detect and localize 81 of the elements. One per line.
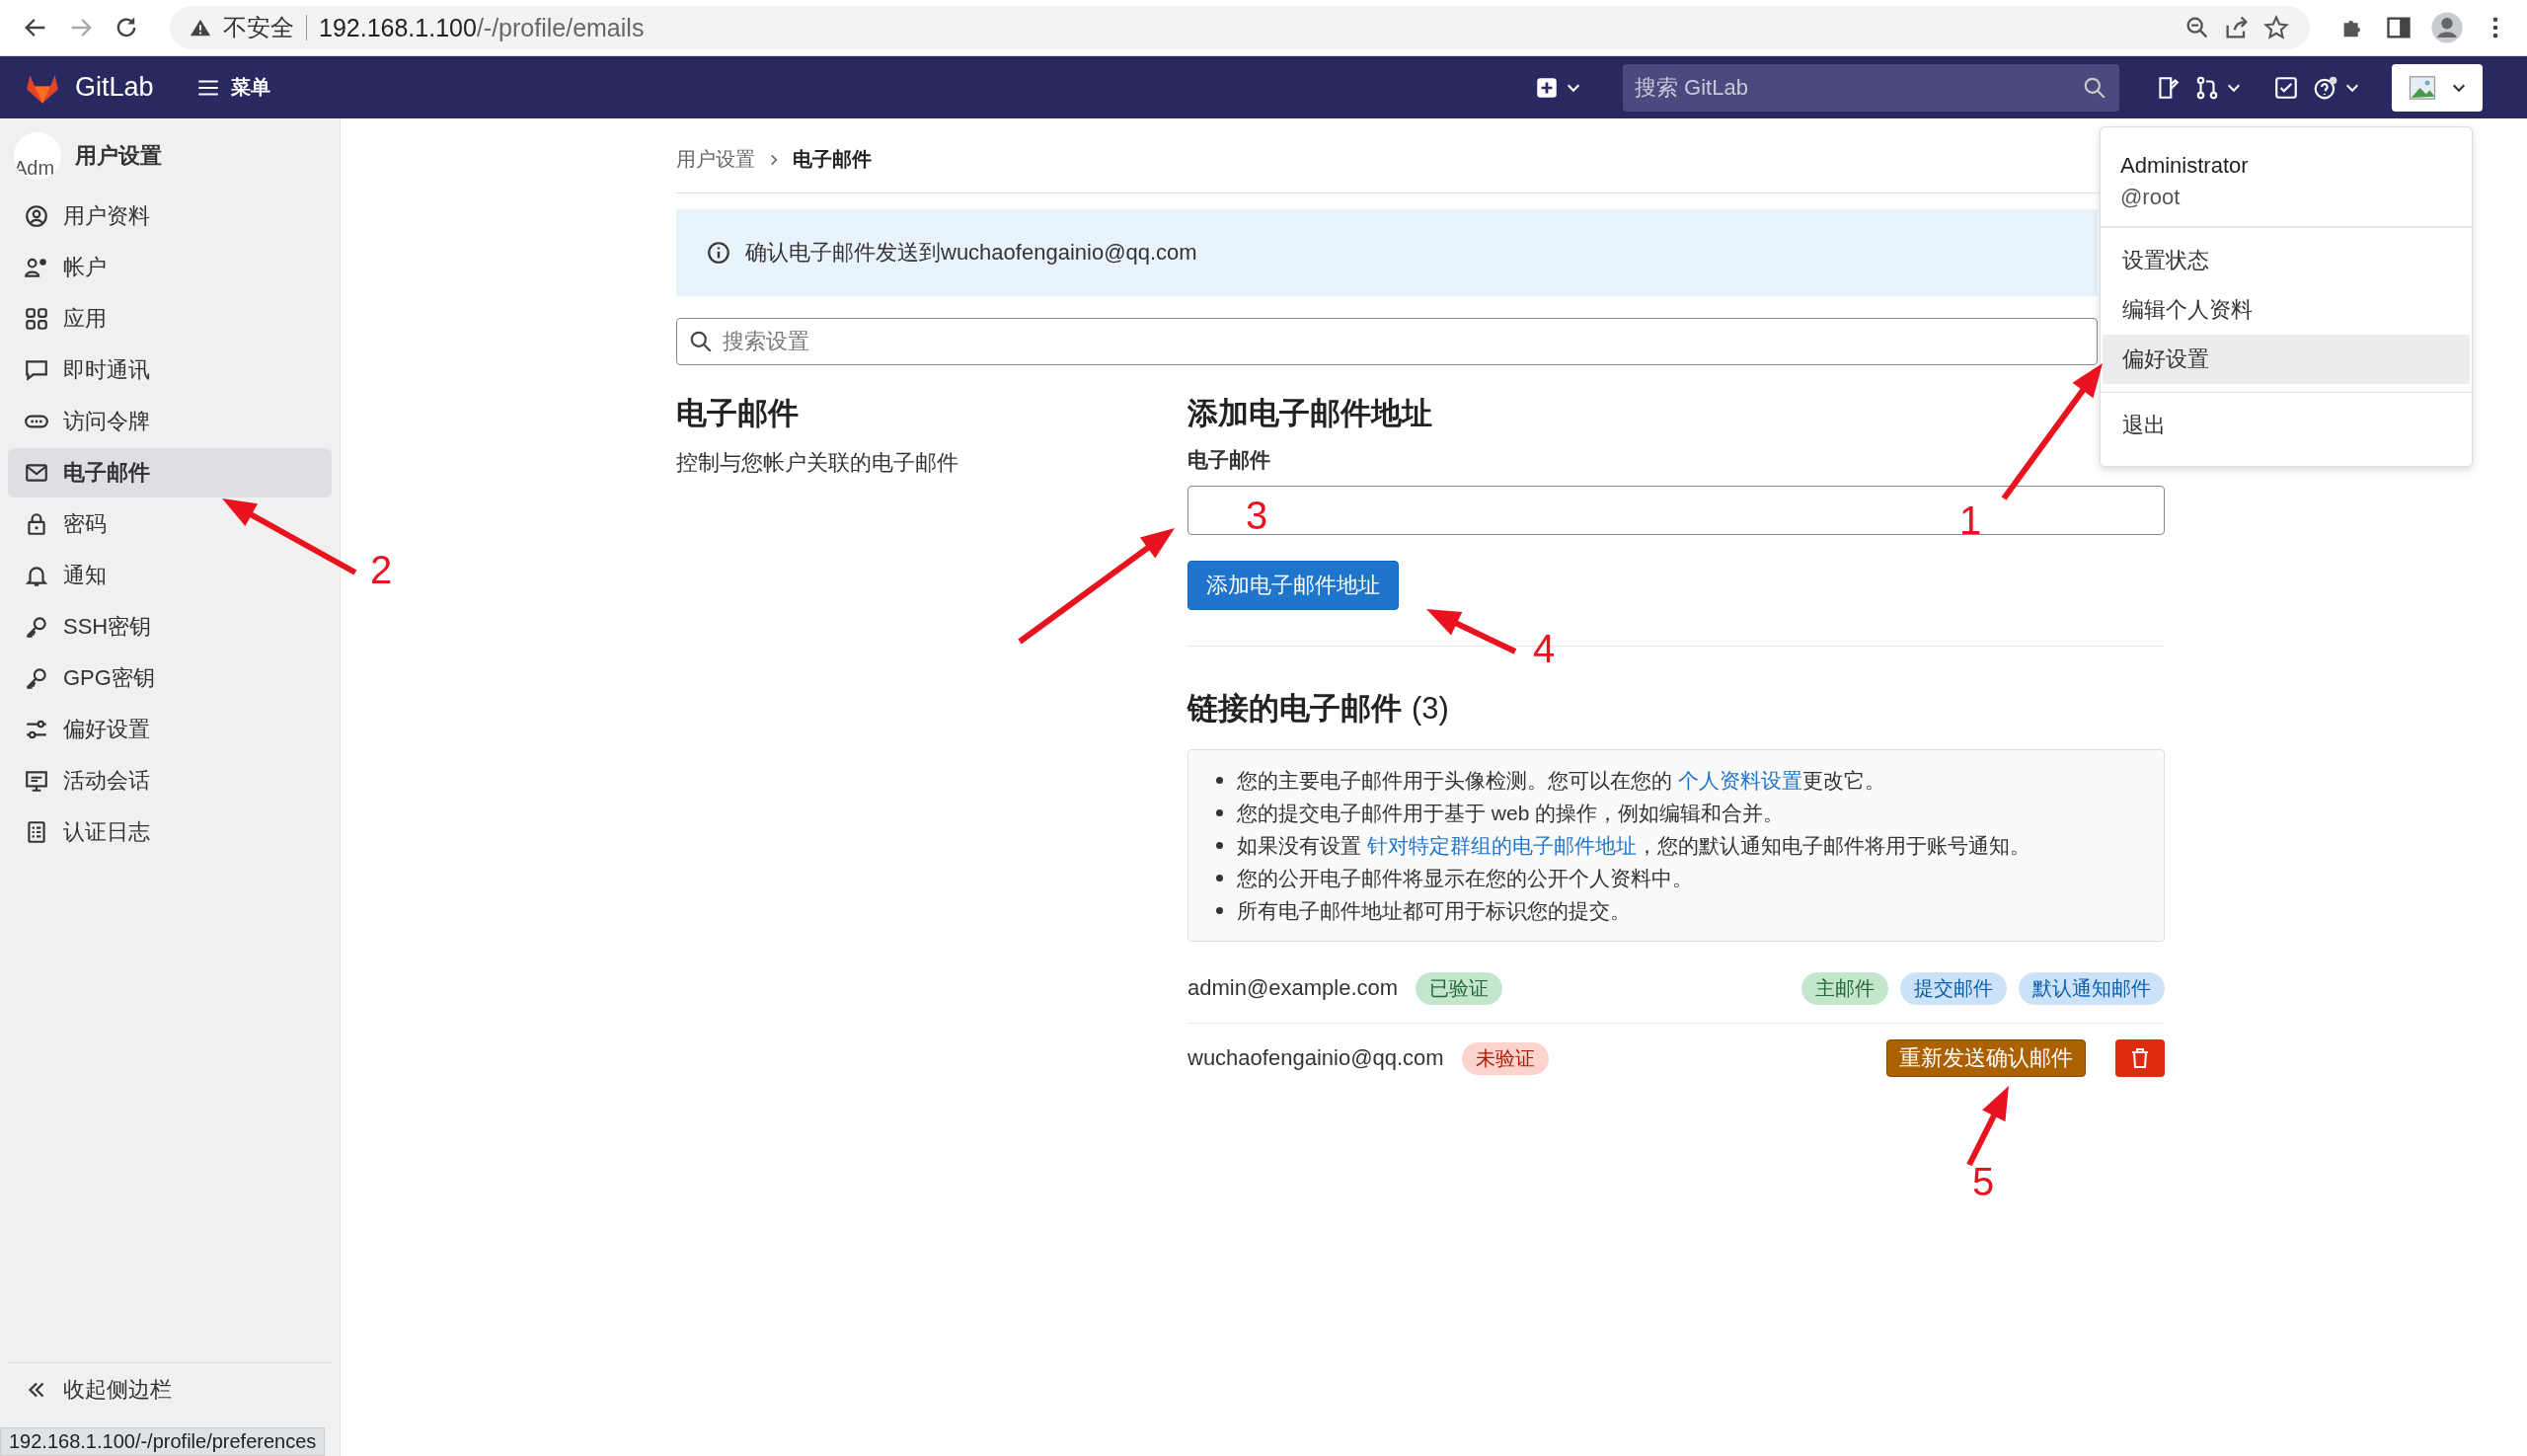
bullet-icon	[1216, 907, 1223, 914]
note-text: 如果没有设置 针对特定群组的电子邮件地址，您的默认通知电子邮件将用于账号通知。	[1237, 833, 2030, 859]
menu-item[interactable]: 编辑个人资料	[2103, 285, 2470, 335]
sidebar-item[interactable]: 认证日志	[8, 807, 332, 857]
alert-text: 确认电子邮件发送到wuchaofengainio@qq.com	[745, 239, 1197, 267]
speech-bubble-icon	[24, 357, 49, 383]
sidebar-item[interactable]: SSH密钥	[8, 602, 332, 651]
email-address: wuchaofengainio@qq.com	[1187, 1045, 1444, 1071]
settings-search-field[interactable]: 搜索设置	[676, 318, 2098, 365]
key-icon	[24, 614, 49, 640]
email-tag: 默认通知邮件	[2019, 971, 2165, 1005]
email-tag: 主邮件	[1801, 971, 1888, 1005]
sidebar-item[interactable]: 帐户	[8, 243, 332, 292]
address-bar[interactable]: 不安全 192.168.1.100/-/profile/emails	[170, 6, 2310, 49]
bullet-icon	[1216, 777, 1223, 784]
annotation-number: 2	[370, 548, 393, 591]
note-text: 您的提交电子邮件用于基于 web 的操作，例如编辑和合并。	[1237, 801, 1785, 826]
username: @root	[2120, 185, 2182, 210]
settings-link[interactable]: 个人资料设置	[1677, 769, 1802, 792]
profile-icon[interactable]	[2430, 11, 2464, 44]
email-address: admin@example.com	[1187, 975, 1399, 1001]
breadcrumb-link[interactable]: 用户设置	[676, 146, 755, 173]
sidebar-item[interactable]: 通知	[8, 551, 332, 600]
verification-badge: 已验证	[1416, 971, 1503, 1005]
sidebar-item[interactable]: GPG密钥	[8, 653, 332, 703]
sidebar-item[interactable]: 访问令牌	[8, 397, 332, 446]
sidebar-title: 用户设置	[75, 142, 162, 170]
bullet-icon	[1216, 842, 1223, 849]
email-tag: 提交邮件	[1900, 971, 2007, 1005]
field-label: 电子邮件	[1187, 447, 1270, 473]
user-menu-button[interactable]	[2392, 63, 2483, 112]
sidebar-item[interactable]: 应用	[8, 294, 332, 344]
menu-item[interactable]: 设置状态	[2103, 236, 2470, 285]
sidebar-item[interactable]: 偏好设置	[8, 705, 332, 754]
linked-emails-title: 链接的电子邮件	[1187, 690, 1402, 728]
verification-badge: 未验证	[1461, 1041, 1549, 1075]
monitor-icon	[24, 768, 49, 794]
grid-icon	[24, 306, 49, 332]
settings-link[interactable]: 针对特定群组的电子邮件地址	[1366, 834, 1637, 857]
sidebar-item[interactable]: 电子邮件	[8, 448, 332, 498]
key-icon	[24, 665, 49, 691]
annotation-number: 5	[1972, 1160, 1995, 1203]
email-input[interactable]	[1187, 486, 2165, 535]
menu-item[interactable]: 退出	[2103, 401, 2470, 450]
breadcrumb-current: 电子邮件	[793, 147, 872, 172]
note-text: 您的主要电子邮件用于头像检测。您可以在您的 个人资料设置更改它。	[1237, 768, 1885, 794]
user-name: Administrator	[2120, 153, 2250, 179]
add-email-button[interactable]: 添加电子邮件地址	[1187, 561, 1399, 610]
person-circle-icon	[24, 203, 49, 229]
note-text: 您的公开电子邮件将显示在您的公开个人资料中。	[1237, 866, 1693, 891]
sidebar-item[interactable]: 用户资料	[8, 192, 332, 241]
collapse-sidebar-button[interactable]: 收起侧边栏	[8, 1362, 332, 1405]
menu-item[interactable]: 偏好设置	[2103, 335, 2470, 384]
security-label: 不安全	[223, 13, 294, 42]
section-description: 控制与您帐户关联的电子邮件	[676, 449, 959, 477]
checkbox-icon[interactable]	[2273, 74, 2299, 101]
form-title: 添加电子邮件地址	[1187, 395, 1432, 432]
annotation-number: 3	[1246, 494, 1268, 537]
email-count: (3)	[1412, 690, 1449, 728]
star-icon[interactable]	[2262, 14, 2290, 41]
annotation-number: 1	[1959, 498, 1982, 542]
bullet-icon	[1216, 809, 1223, 816]
section-title: 电子邮件	[676, 395, 800, 432]
annotation-number: 4	[1533, 627, 1556, 670]
status-url: 192.168.1.100/-/profile/preferences	[0, 1427, 326, 1456]
delete-button[interactable]	[2115, 1039, 2165, 1077]
search-icon	[688, 329, 714, 354]
note-text: 所有电子邮件地址都可用于标识您的提交。	[1237, 898, 1631, 924]
info-icon	[706, 240, 731, 266]
merge-request-icon[interactable]	[2194, 74, 2220, 101]
resend-button[interactable]: 重新发送确认邮件	[1886, 1039, 2086, 1077]
url-host: 192.168.1.100	[319, 13, 477, 42]
search-field[interactable]: 搜索 GitLab	[1623, 63, 2119, 112]
help-icon[interactable]	[2313, 74, 2338, 101]
bullet-icon	[1216, 875, 1223, 881]
sidebar-item[interactable]: 活动会话	[8, 756, 332, 805]
brand-name[interactable]: GitLab	[75, 72, 154, 103]
sidebar-item[interactable]: 密码	[8, 499, 332, 549]
sidebar-item[interactable]: 即时通讯	[8, 345, 332, 395]
url-path: /-/profile/emails	[476, 13, 645, 42]
menu-button[interactable]: 菜单	[189, 68, 276, 107]
